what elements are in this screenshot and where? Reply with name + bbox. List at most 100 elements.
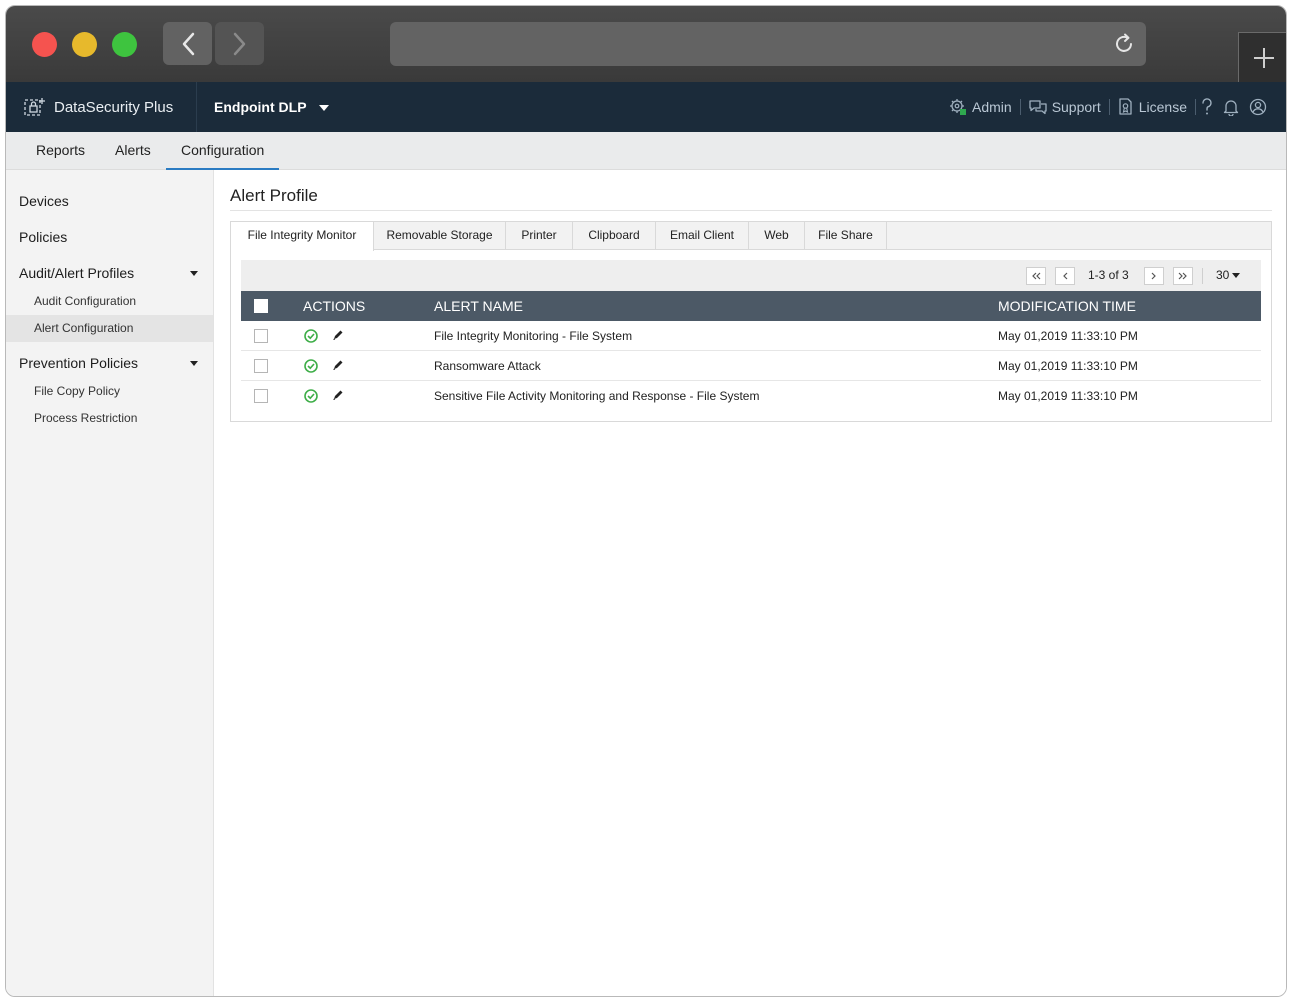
tab-removable-storage[interactable]: Removable Storage	[374, 222, 506, 250]
select-all-checkbox[interactable]	[254, 299, 268, 313]
sidebar-item-process-restriction[interactable]: Process Restriction	[6, 405, 213, 432]
product-name: Endpoint DLP	[214, 99, 307, 115]
question-mark-icon	[1202, 98, 1212, 115]
header-divider	[196, 82, 197, 132]
datasecurity-logo-icon	[24, 98, 45, 116]
column-actions: ACTIONS	[303, 298, 366, 314]
row-checkbox[interactable]	[254, 329, 268, 343]
toolbar-separator	[1202, 268, 1203, 284]
maximize-window-button[interactable]	[112, 32, 137, 57]
sidebar-item-devices[interactable]: Devices	[19, 193, 69, 209]
enabled-check-icon[interactable]	[304, 359, 318, 376]
browser-back-button[interactable]	[163, 22, 212, 65]
table-row: Ransomware Attack May 01,2019 11:33:10 P…	[241, 351, 1261, 381]
enabled-check-icon[interactable]	[304, 329, 318, 346]
sidebar-item-policies[interactable]: Policies	[19, 229, 67, 245]
last-page-button[interactable]	[1173, 267, 1193, 285]
brand-name: DataSecurity Plus	[54, 98, 174, 116]
browser-toolbar	[6, 6, 1286, 82]
next-page-button[interactable]	[1144, 267, 1164, 285]
address-bar[interactable]	[390, 22, 1146, 66]
chevron-right-icon	[1151, 272, 1156, 280]
reload-icon	[1116, 33, 1132, 52]
license-label: License	[1138, 99, 1187, 115]
sidebar-group-prevention-policies[interactable]: Prevention Policies	[19, 355, 206, 371]
sidebar-group-audit-alert-profiles[interactable]: Audit/Alert Profiles	[19, 265, 206, 281]
chevron-right-icon	[233, 32, 245, 55]
sidebar-item-audit-configuration[interactable]: Audit Configuration	[6, 288, 213, 315]
enabled-check-icon[interactable]	[304, 389, 318, 406]
notifications-button[interactable]	[1218, 98, 1244, 116]
brand[interactable]: DataSecurity Plus	[24, 82, 173, 132]
user-profile-button[interactable]	[1244, 98, 1272, 116]
table-row: Sensitive File Activity Monitoring and R…	[241, 381, 1261, 411]
modification-time: May 01,2019 11:33:10 PM	[998, 359, 1138, 373]
row-checkbox[interactable]	[254, 389, 268, 403]
caret-down-icon	[1232, 272, 1241, 278]
first-page-button[interactable]	[1026, 267, 1046, 285]
sidebar: Devices Policies Audit/Alert Profiles Au…	[6, 170, 214, 996]
caret-down-icon	[190, 361, 198, 366]
page-title: Alert Profile	[230, 186, 318, 205]
support-label: Support	[1051, 99, 1101, 115]
main-nav: Reports Alerts Configuration	[6, 132, 1286, 170]
plus-icon	[1253, 47, 1274, 68]
tab-file-share[interactable]: File Share	[805, 222, 887, 250]
chevron-left-icon	[1063, 272, 1068, 280]
reload-button[interactable]	[1112, 32, 1136, 61]
alert-name[interactable]: File Integrity Monitoring - File System	[434, 321, 632, 351]
column-modification-time[interactable]: MODIFICATION TIME	[998, 291, 1136, 321]
alert-profile-panel: File Integrity Monitor Removable Storage…	[230, 221, 1272, 422]
sidebar-group-label: Audit/Alert Profiles	[19, 265, 135, 281]
double-chevron-right-icon	[1178, 272, 1187, 280]
sidebar-item-file-copy-policy[interactable]: File Copy Policy	[6, 378, 213, 405]
alert-name[interactable]: Sensitive File Activity Monitoring and R…	[434, 381, 759, 411]
chevron-left-icon	[182, 32, 194, 55]
minimize-window-button[interactable]	[72, 32, 97, 57]
browser-forward-button[interactable]	[215, 22, 264, 65]
chat-icon	[1029, 100, 1047, 115]
alert-name[interactable]: Ransomware Attack	[434, 351, 541, 381]
tab-configuration[interactable]: Configuration	[166, 132, 280, 170]
new-tab-button[interactable]	[1238, 32, 1286, 82]
tab-printer[interactable]: Printer	[506, 222, 573, 250]
admin-link[interactable]: Admin	[941, 98, 1020, 116]
caret-down-icon	[190, 271, 198, 276]
license-icon	[1119, 98, 1132, 115]
edit-pencil-icon[interactable]	[332, 359, 344, 374]
pagination-bar: 1-3 of 3 30	[241, 260, 1261, 291]
sidebar-item-alert-configuration[interactable]: Alert Configuration	[6, 315, 213, 342]
modification-time: May 01,2019 11:33:10 PM	[998, 329, 1138, 343]
help-button[interactable]	[1196, 98, 1218, 116]
column-alert-name[interactable]: ALERT NAME	[434, 291, 523, 321]
double-chevron-left-icon	[1032, 272, 1041, 280]
table-row: File Integrity Monitoring - File System …	[241, 321, 1261, 351]
header-actions: Admin Support License	[941, 82, 1272, 132]
close-window-button[interactable]	[32, 32, 57, 57]
rows-per-page-value: 30	[1216, 268, 1230, 282]
tab-reports[interactable]: Reports	[21, 132, 100, 170]
sidebar-group-label: Prevention Policies	[19, 355, 139, 371]
table-header: ACTIONS ALERT NAME MODIFICATION TIME	[241, 291, 1261, 321]
support-link[interactable]: Support	[1021, 99, 1109, 115]
tab-web[interactable]: Web	[749, 222, 805, 250]
rows-per-page-select[interactable]: 30	[1216, 268, 1241, 282]
tab-file-integrity-monitor[interactable]: File Integrity Monitor	[231, 222, 374, 251]
edit-pencil-icon[interactable]	[332, 389, 344, 404]
previous-page-button[interactable]	[1055, 267, 1075, 285]
tab-email-client[interactable]: Email Client	[656, 222, 749, 250]
edit-pencil-icon[interactable]	[332, 329, 344, 344]
admin-label: Admin	[972, 99, 1012, 115]
tab-clipboard[interactable]: Clipboard	[573, 222, 656, 250]
row-checkbox[interactable]	[254, 359, 268, 373]
license-link[interactable]: License	[1110, 98, 1195, 116]
app-header: DataSecurity Plus Endpoint DLP Admin Sup…	[6, 82, 1286, 132]
bell-icon	[1223, 100, 1239, 116]
admin-gear-icon	[950, 99, 966, 115]
main-content: Alert Profile File Integrity Monitor Rem…	[214, 170, 1286, 996]
modification-time: May 01,2019 11:33:10 PM	[998, 389, 1138, 403]
tab-alerts[interactable]: Alerts	[100, 132, 166, 170]
product-switcher[interactable]: Endpoint DLP	[214, 82, 329, 132]
browser-window: DataSecurity Plus Endpoint DLP Admin Sup…	[5, 5, 1287, 997]
title-divider	[230, 210, 1272, 211]
